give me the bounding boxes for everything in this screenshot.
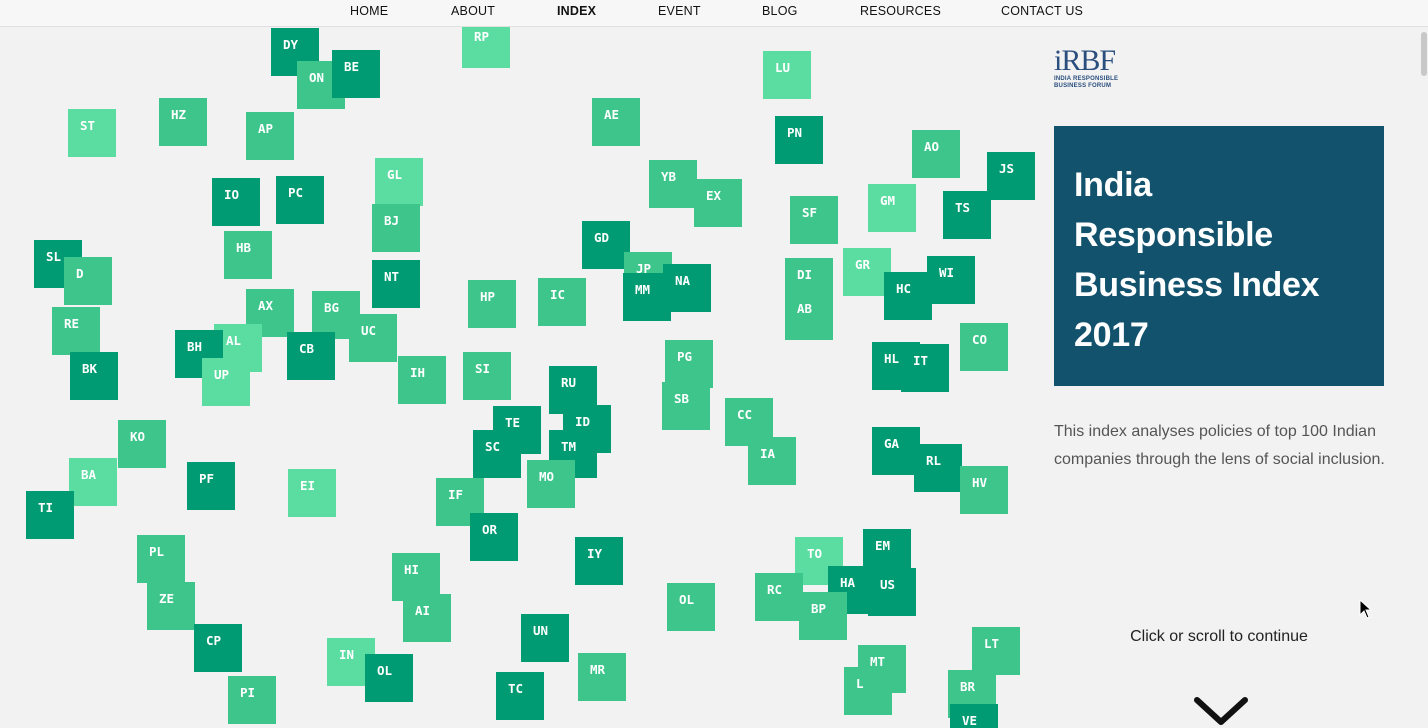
company-tile[interactable]: NT (372, 260, 420, 308)
company-tile[interactable]: RE (52, 307, 100, 355)
company-tile[interactable]: ST (68, 109, 116, 157)
nav-contact-us[interactable]: CONTACT US (1001, 4, 1083, 18)
company-tile[interactable]: CB (287, 332, 335, 380)
logo-mark: iRBF (1054, 44, 1116, 77)
company-tile[interactable]: AI (403, 594, 451, 642)
company-tile[interactable]: HV (960, 466, 1008, 514)
company-tile[interactable]: LT (972, 627, 1020, 675)
company-tile[interactable]: PI (228, 676, 276, 724)
company-tile[interactable]: TI (26, 491, 74, 539)
company-tile[interactable]: IA (748, 437, 796, 485)
company-tile[interactable]: BA (69, 458, 117, 506)
nav-event[interactable]: EVENT (658, 4, 701, 18)
company-tile[interactable]: PG (665, 340, 713, 388)
company-tile[interactable]: GD (582, 221, 630, 269)
company-tile[interactable]: PN (775, 116, 823, 164)
company-tile[interactable]: L (844, 667, 892, 715)
company-tile[interactable]: RP (462, 20, 510, 68)
company-tile[interactable]: GA (872, 427, 920, 475)
company-tile[interactable]: MO (527, 460, 575, 508)
company-tile[interactable]: UN (521, 614, 569, 662)
company-tile[interactable]: HP (468, 280, 516, 328)
company-tile[interactable]: IC (538, 278, 586, 326)
company-tile[interactable]: HC (884, 272, 932, 320)
company-tile[interactable]: LU (763, 51, 811, 99)
company-tile[interactable]: AO (912, 130, 960, 178)
company-tile[interactable]: MM (623, 273, 671, 321)
company-tile[interactable]: PC (276, 176, 324, 224)
company-tile[interactable]: TC (496, 672, 544, 720)
company-tile[interactable]: OR (470, 513, 518, 561)
company-tile[interactable]: HB (224, 231, 272, 279)
company-tile[interactable]: SB (662, 382, 710, 430)
company-tile[interactable]: GL (375, 158, 423, 206)
chevron-down-icon[interactable] (1193, 696, 1249, 728)
company-tile[interactable]: EX (694, 179, 742, 227)
nav-resources[interactable]: RESOURCES (860, 4, 941, 18)
company-tile[interactable]: KO (118, 420, 166, 468)
company-tile[interactable]: US (868, 568, 916, 616)
company-tile[interactable]: ZE (147, 582, 195, 630)
title-line-3: Business Index (1074, 266, 1320, 304)
mouse-cursor-icon (1359, 599, 1373, 619)
company-tile[interactable]: RL (914, 444, 962, 492)
title-line-1: India (1074, 166, 1152, 204)
company-tile[interactable]: EI (288, 469, 336, 517)
irbf-logo[interactable]: iRBF INDIA RESPONSIBLE BUSINESS FORUM (1054, 46, 1134, 96)
company-tile[interactable]: TS (943, 191, 991, 239)
title-line-2: Responsible (1074, 216, 1273, 254)
company-tile[interactable]: SC (473, 430, 521, 478)
nav-index[interactable]: INDEX (557, 4, 596, 18)
company-tile[interactable]: CO (960, 323, 1008, 371)
company-tile[interactable]: SF (790, 196, 838, 244)
scroll-hint[interactable]: Click or scroll to continue (1036, 628, 1402, 646)
company-tile[interactable]: WI (927, 256, 975, 304)
company-tile[interactable]: CP (194, 624, 242, 672)
company-tile[interactable]: IT (901, 344, 949, 392)
company-tile[interactable]: UP (202, 358, 250, 406)
nav-blog[interactable]: BLOG (762, 4, 798, 18)
company-tile[interactable]: IH (398, 356, 446, 404)
company-tile[interactable]: PF (187, 462, 235, 510)
company-tile[interactable]: AB (785, 292, 833, 340)
company-tile[interactable]: MR (578, 653, 626, 701)
logo-line-2: BUSINESS FORUM (1054, 83, 1112, 89)
company-tile[interactable]: BP (799, 592, 847, 640)
index-title-box: India Responsible Business Index 2017 (1054, 126, 1384, 386)
company-tile[interactable]: D (64, 257, 112, 305)
top-navigation: HOME ABOUT INDEX EVENT BLOG RESOURCES CO… (0, 0, 1428, 27)
company-tile[interactable]: IY (575, 537, 623, 585)
company-tile[interactable]: SI (463, 352, 511, 400)
company-tile[interactable]: RC (755, 573, 803, 621)
index-description: This index analyses policies of top 100 … (1054, 423, 1385, 468)
company-tile[interactable]: PL (137, 535, 185, 583)
company-tile[interactable]: IO (212, 178, 260, 226)
company-tile[interactable]: YB (649, 160, 697, 208)
company-tile[interactable]: GM (868, 184, 916, 232)
company-tile[interactable]: VE (950, 704, 998, 728)
company-tile[interactable]: BJ (372, 204, 420, 252)
company-tile[interactable]: BK (70, 352, 118, 400)
nav-home[interactable]: HOME (350, 4, 388, 18)
company-tile[interactable]: OL (365, 654, 413, 702)
company-tile[interactable]: AE (592, 98, 640, 146)
scrollbar-thumb[interactable] (1421, 32, 1427, 76)
company-tile[interactable]: JS (987, 152, 1035, 200)
page-scrollbar[interactable] (1420, 28, 1428, 728)
company-tile[interactable]: BE (332, 50, 380, 98)
title-line-4: 2017 (1074, 316, 1149, 354)
company-tile[interactable]: OL (667, 583, 715, 631)
company-tile-field: DY ON BE RP LU HZ ST AP AE PN AO JS GL YB EX IO PC BJ GM TS… (0, 0, 1036, 728)
company-tile[interactable]: AP (246, 112, 294, 160)
company-tile[interactable]: HZ (159, 98, 207, 146)
nav-about[interactable]: ABOUT (451, 4, 495, 18)
company-tile[interactable]: UC (349, 314, 397, 362)
logo-line-1: INDIA RESPONSIBLE (1054, 76, 1119, 82)
hero-sidebar: iRBF INDIA RESPONSIBLE BUSINESS FORUM In… (1036, 28, 1428, 728)
